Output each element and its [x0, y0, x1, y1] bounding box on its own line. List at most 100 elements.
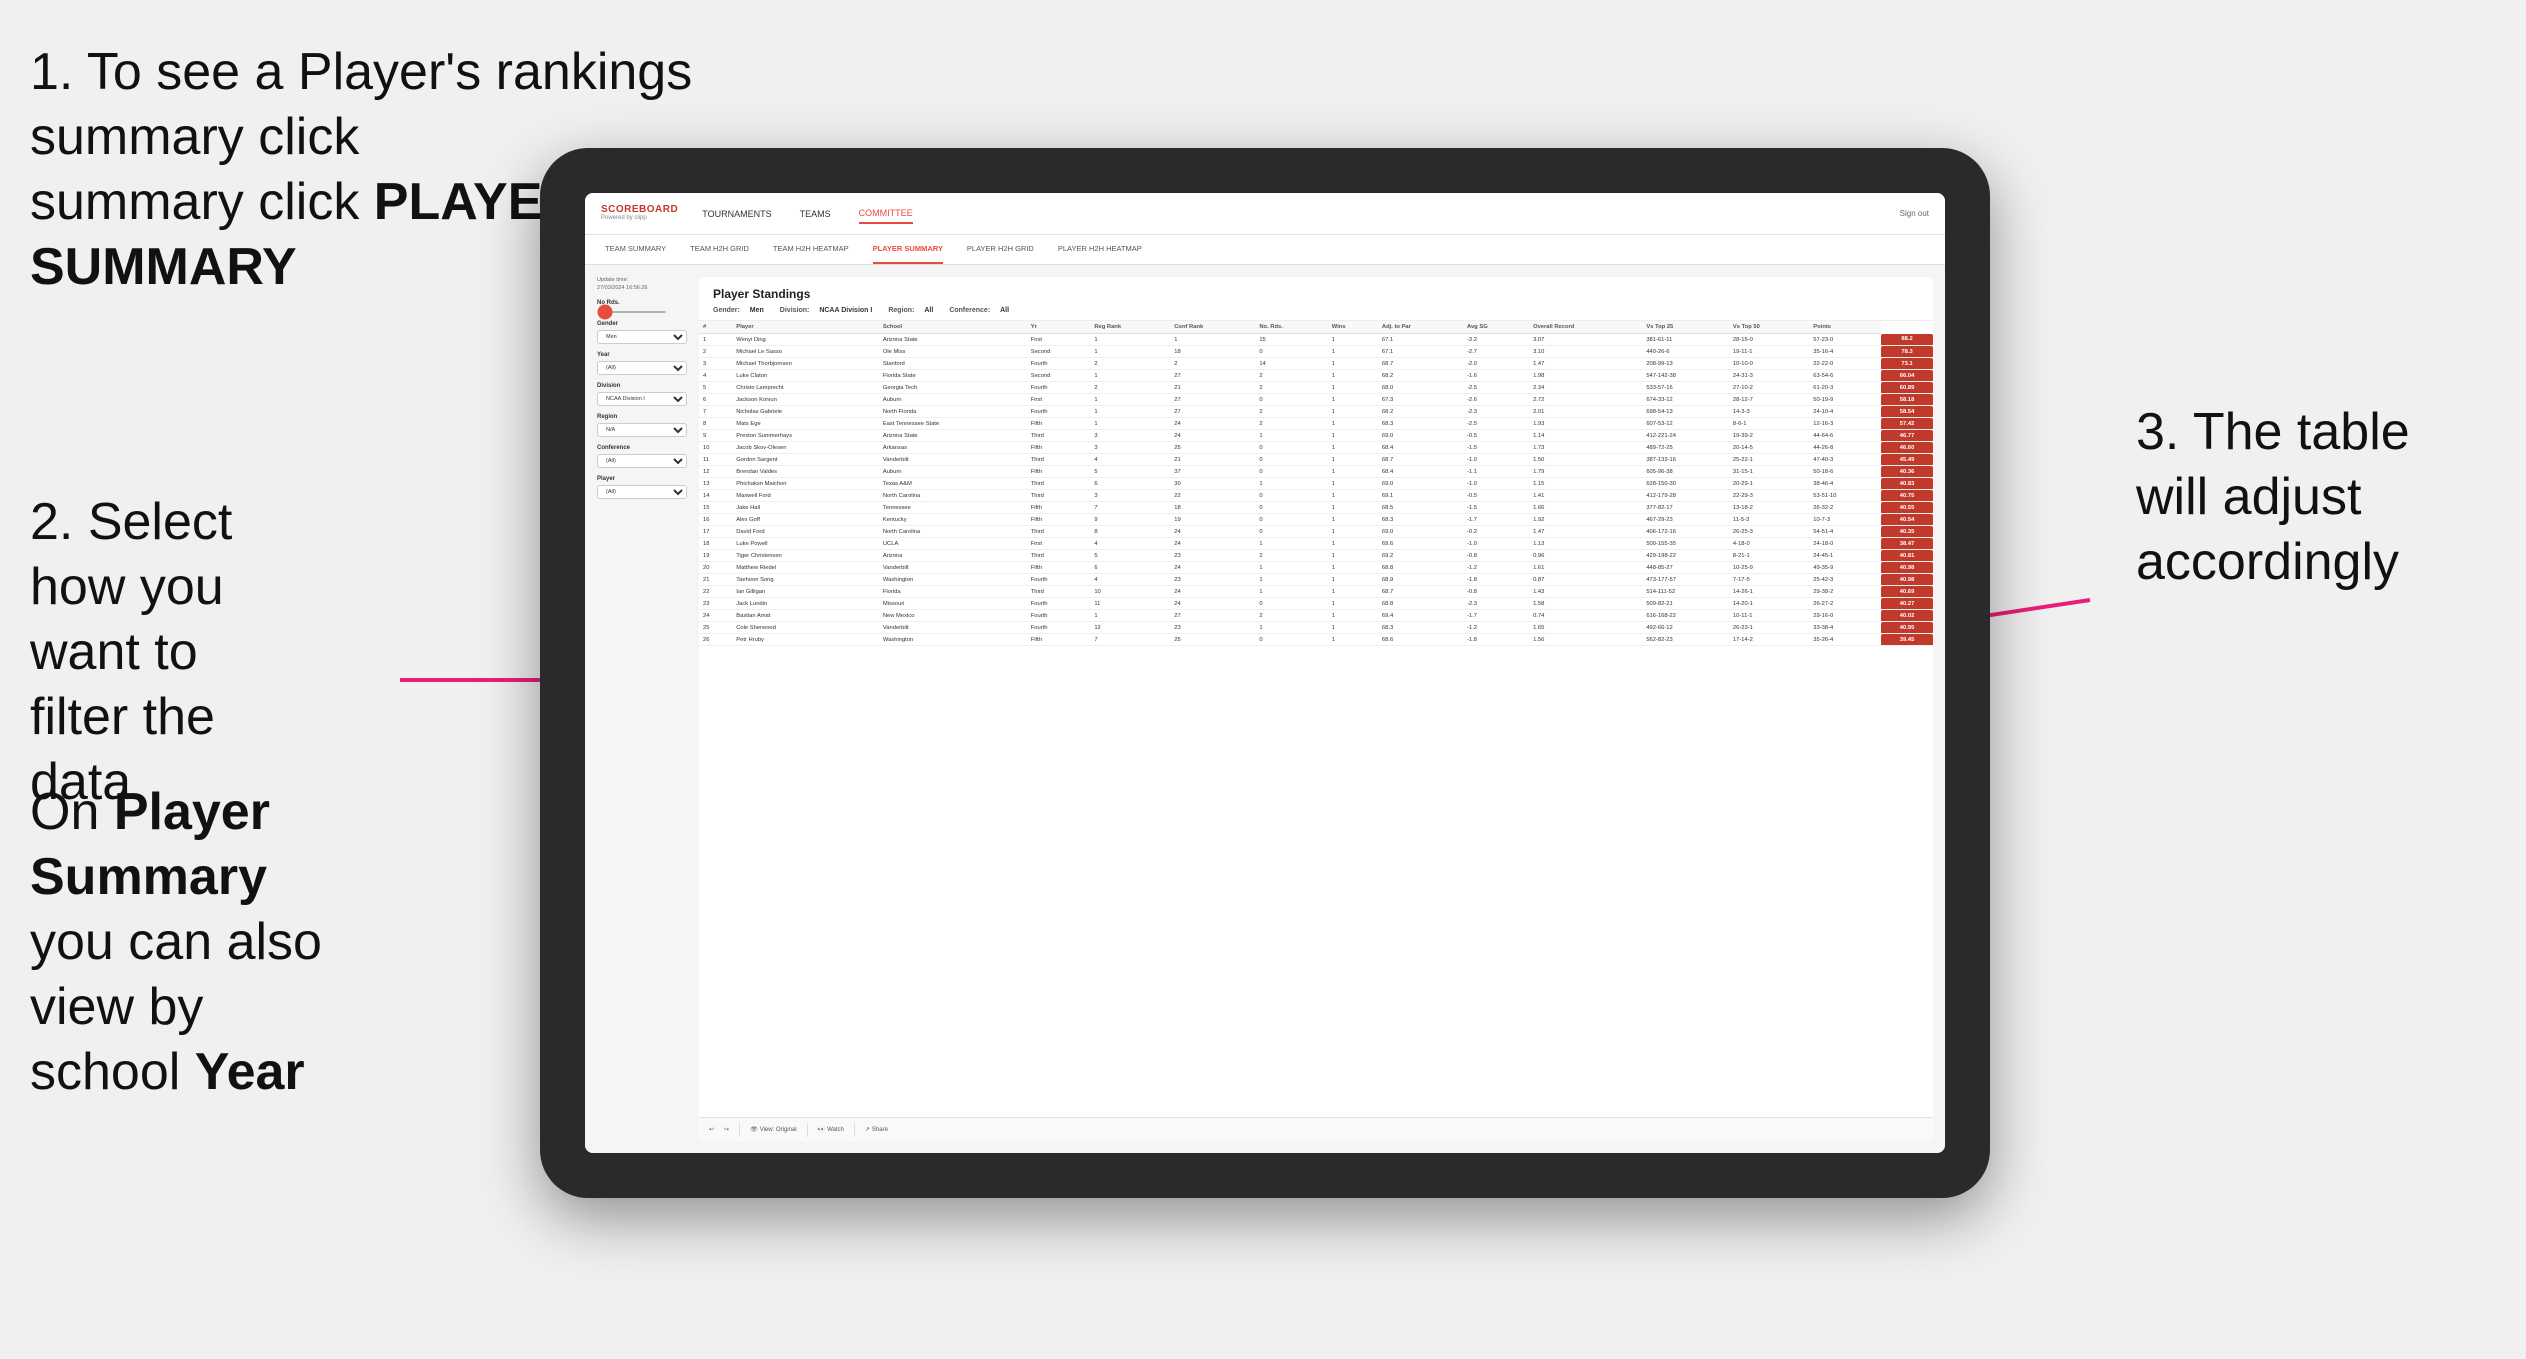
table-cell: 24 — [1170, 538, 1255, 550]
table-cell: 1.93 — [1529, 418, 1642, 430]
table-cell: 68.7 — [1378, 358, 1463, 370]
table-cell: 1.61 — [1529, 562, 1642, 574]
table-cell: Auburn — [879, 466, 1027, 478]
table-cell: 1 — [1328, 598, 1378, 610]
table-cell: 406-172-16 — [1642, 526, 1729, 538]
table-cell: 67.1 — [1378, 346, 1463, 358]
table-cell: -2.3 — [1463, 598, 1529, 610]
table-cell: 68.5 — [1378, 502, 1463, 514]
table-cell: 40.27 — [1881, 598, 1933, 610]
sign-out-link[interactable]: Sign out — [1900, 209, 1929, 218]
table-cell: 9 — [1090, 514, 1170, 526]
table-cell: 68.4 — [1378, 442, 1463, 454]
table-cell: 66.04 — [1881, 370, 1933, 382]
table-area: Player Standings Gender: Men Division: N… — [699, 277, 1933, 1141]
col-overall: Overall Record — [1529, 321, 1642, 334]
table-cell: 2.01 — [1529, 406, 1642, 418]
toolbar-share[interactable]: ↗ Share — [865, 1126, 888, 1133]
share-icon: ↗ — [865, 1126, 870, 1133]
no-rds-slider[interactable] — [597, 311, 667, 313]
table-cell: 2 — [1170, 358, 1255, 370]
view-label: View: Original — [760, 1127, 797, 1133]
table-cell: 1.73 — [1529, 442, 1642, 454]
table-cell: 1 — [1328, 454, 1378, 466]
subnav-player-h2h-grid[interactable]: PLAYER H2H GRID — [967, 235, 1034, 264]
table-cell: 68.6 — [1378, 634, 1463, 646]
toolbar-undo[interactable]: ↩ — [709, 1126, 714, 1133]
subnav-player-h2h-heatmap[interactable]: PLAYER H2H HEATMAP — [1058, 235, 1142, 264]
col-school: School — [879, 321, 1027, 334]
table-cell: 1 — [1255, 622, 1327, 634]
table-cell: 28-12-7 — [1729, 394, 1809, 406]
table-cell: 37 — [1170, 466, 1255, 478]
toolbar-watch[interactable]: 👀 Watch — [818, 1126, 844, 1133]
header-right: Sign out — [1900, 209, 1929, 218]
table-cell: 54-51-4 — [1809, 526, 1881, 538]
table-row: 7Nicholas GabrieleNorth FloridaFourth127… — [699, 406, 1933, 418]
table-cell: 53-51-10 — [1809, 490, 1881, 502]
table-row: 15Jake HallTennesseeFifth7180168.5-1.51.… — [699, 502, 1933, 514]
table-cell: 68.9 — [1378, 574, 1463, 586]
table-cell: UCLA — [879, 538, 1027, 550]
table-cell: 0 — [1255, 346, 1327, 358]
subnav-team-summary[interactable]: TEAM SUMMARY — [605, 235, 666, 264]
table-cell: 562-82-23 — [1642, 634, 1729, 646]
nav-committee[interactable]: COMMITTEE — [859, 204, 913, 224]
conference-filter-value: All — [1000, 307, 1009, 314]
table-cell: Luke Claton — [732, 370, 879, 382]
table-cell: 38-46-4 — [1809, 478, 1881, 490]
nav-teams[interactable]: TEAMS — [800, 205, 831, 223]
table-cell: 1.98 — [1529, 370, 1642, 382]
table-row: 5Christo LamprechtGeorgia TechFourth2212… — [699, 382, 1933, 394]
subnav-team-h2h-grid[interactable]: TEAM H2H GRID — [690, 235, 749, 264]
region-select[interactable]: N/A — [597, 423, 687, 437]
table-row: 14Maxwell FordNorth CarolinaThird3220169… — [699, 490, 1933, 502]
sidebar-filters: Update time:27/03/2024 16:56:26 No Rds. … — [597, 277, 687, 1141]
table-cell: 1.43 — [1529, 586, 1642, 598]
table-cell: 1 — [1090, 406, 1170, 418]
table-cell: 1 — [1328, 406, 1378, 418]
year-select[interactable]: (All) — [597, 361, 687, 375]
table-cell: Michael Thorbjornsen — [732, 358, 879, 370]
table-cell: 1.66 — [1529, 502, 1642, 514]
table-cell: 24-31-3 — [1729, 370, 1809, 382]
table-cell: 20-14-5 — [1729, 442, 1809, 454]
subnav-player-summary[interactable]: PLAYER SUMMARY — [873, 235, 943, 264]
table-row: 12Brendan ValdesAuburnFifth5370168.4-1.1… — [699, 466, 1933, 478]
table-cell: 40.54 — [1881, 514, 1933, 526]
table-cell: -1.5 — [1463, 442, 1529, 454]
table-cell: Fourth — [1027, 574, 1091, 586]
subnav-team-h2h-heatmap[interactable]: TEAM H2H HEATMAP — [773, 235, 849, 264]
table-row: 18Luke PowellUCLAFirst4241169.6-1.01.135… — [699, 538, 1933, 550]
table-filters-row: Gender: Men Division: NCAA Division I Re… — [713, 307, 1919, 314]
table-cell: Fifth — [1027, 442, 1091, 454]
table-cell: 12 — [1090, 622, 1170, 634]
table-cell: 25 — [699, 622, 732, 634]
table-cell: 19-39-2 — [1729, 430, 1809, 442]
table-cell: 5 — [1090, 550, 1170, 562]
table-cell: 448-85-27 — [1642, 562, 1729, 574]
table-cell: Fifth — [1027, 634, 1091, 646]
table-cell: David Ford — [732, 526, 879, 538]
toolbar-redo[interactable]: ↪ — [724, 1126, 729, 1133]
table-cell: 68.2 — [1378, 406, 1463, 418]
player-select[interactable]: (All) — [597, 485, 687, 499]
table-cell: Third — [1027, 490, 1091, 502]
table-row: 20Matthew RiedelVanderbiltFifth6241168.8… — [699, 562, 1933, 574]
table-cell: 3.07 — [1529, 334, 1642, 346]
table-cell: 1.58 — [1529, 598, 1642, 610]
division-select[interactable]: NCAA Division I — [597, 392, 687, 406]
table-cell: 5 — [699, 382, 732, 394]
gender-select[interactable]: Men — [597, 330, 687, 344]
table-cell: 1 — [1328, 370, 1378, 382]
conference-select[interactable]: (All) — [597, 454, 687, 468]
nav-tournaments[interactable]: TOURNAMENTS — [702, 205, 771, 223]
table-cell: Jack Lundin — [732, 598, 879, 610]
table-cell: Gordon Sargent — [732, 454, 879, 466]
table-cell: Third — [1027, 586, 1091, 598]
sub-nav: TEAM SUMMARY TEAM H2H GRID TEAM H2H HEAT… — [585, 235, 1945, 265]
table-cell: 1 — [1090, 346, 1170, 358]
table-cell: Fourth — [1027, 598, 1091, 610]
toolbar-view[interactable]: 👁 View: Original — [750, 1126, 797, 1133]
conference-filter-label: Conference: — [949, 307, 990, 314]
